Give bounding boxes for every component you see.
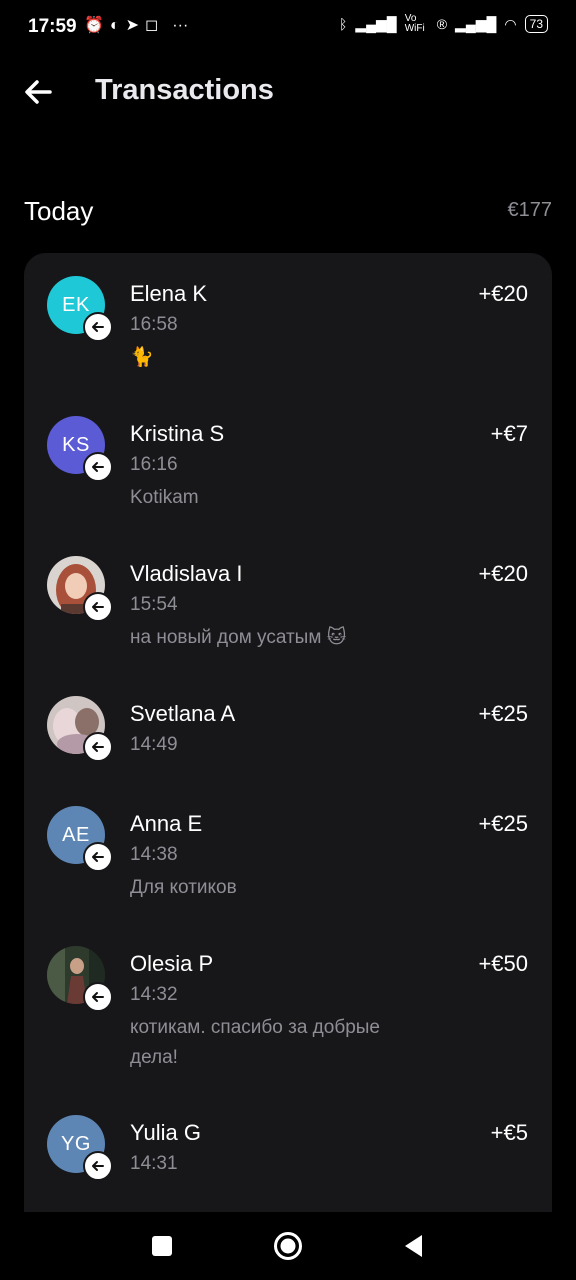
transaction-amount: +€25 [478,701,528,726]
transaction-row[interactable]: Svetlana A 14:49 +€25 [24,673,552,783]
app-bar: Transactions [0,56,576,128]
transaction-amount: +€7 [490,421,528,446]
wifi-icon: ◠ [504,15,517,32]
section-title: Today [24,196,94,226]
transaction-row[interactable]: Vladislava I 15:54 на новый дом усатым 🐱… [24,533,552,673]
arrow-left-icon [25,80,52,104]
incoming-arrow-icon [83,312,113,342]
bluetooth-icon: ᛒ [338,16,348,32]
transaction-amount: +€20 [478,561,528,586]
transaction-time: 14:38 [130,844,178,865]
registered-icon: ® [436,16,448,32]
battery-indicator: 73 [524,15,548,33]
incoming-arrow-icon [83,1151,113,1181]
transaction-name: Svetlana A [130,701,236,726]
transaction-time: 16:16 [130,454,178,475]
transaction-time: 14:31 [130,1153,178,1174]
vowifi-icon: Vo WiFi [404,13,425,34]
transaction-name: Vladislava I [130,561,243,586]
incoming-arrow-icon [83,452,113,482]
more-icon: ··· [172,17,189,34]
transaction-amount: +€25 [478,811,528,836]
back-triangle-icon [405,1235,422,1257]
status-bar: 17:59 ⏰ ◐ ➤ ◻ ··· ᛒ ▂▄▆█ Vo WiFi ® ▂▄▆█ … [0,0,576,56]
transaction-amount: +€20 [478,281,528,306]
transaction-row[interactable]: EK Elena K 16:58 🐈 +€20 [24,253,552,393]
status-time: 17:59 [28,16,77,37]
telegram-icon: ➤ [125,17,139,34]
system-nav-bar [0,1212,576,1280]
avatar: EK [47,276,113,342]
avatar: YG [47,1115,113,1181]
transaction-row[interactable]: YG Yulia G 14:31 +€5 [24,1092,552,1232]
transaction-note: на новый дом усатым 🐱 [130,627,347,648]
transaction-time: 15:54 [130,594,178,615]
transactions-list: EK Elena K 16:58 🐈 +€20 KS Kristina S 16… [24,253,552,1243]
avatar: AE [47,806,113,872]
recents-square-icon [152,1236,172,1256]
avatar [47,946,113,1012]
transaction-amount: +€5 [490,1120,528,1145]
transaction-row[interactable]: AE Anna E 14:38 Для котиков +€25 [24,783,552,923]
avatar [47,696,113,762]
incoming-arrow-icon [83,842,113,872]
transaction-note: котикам. спасибо за добрые дела! [130,1017,380,1068]
system-icons: ᛒ ▂▄▆█ Vo WiFi ® ▂▄▆█ ◠ 73 [339,14,548,34]
transaction-note: Kotikam [130,487,199,508]
transaction-row[interactable]: KS Kristina S 16:16 Kotikam +€7 [24,393,552,533]
instagram-icon: ◻ [145,17,159,34]
transaction-name: Anna E [130,811,203,836]
back-nav-button[interactable] [394,1226,434,1266]
notification-icons: ⏰ ◐ ➤ ◻ ··· [84,16,188,36]
home-circle-icon [274,1232,302,1260]
section-total: €177 [507,199,553,221]
transaction-name: Yulia G [130,1120,201,1145]
incoming-arrow-icon [83,732,113,762]
transaction-note: Для котиков [130,877,237,898]
transaction-name: Olesia P [130,951,214,976]
signal-icon: ▂▄▆█ [355,15,397,32]
transaction-time: 14:32 [130,984,178,1005]
incoming-arrow-icon [83,982,113,1012]
messenger-icon: ◐ [109,17,120,34]
incoming-arrow-icon [83,592,113,622]
recents-button[interactable] [142,1226,182,1266]
transaction-name: Elena K [130,281,208,306]
home-button[interactable] [268,1226,308,1266]
signal-icon: ▂▄▆█ [455,15,497,32]
transaction-row[interactable]: Olesia P 14:32 котикам. спасибо за добры… [24,923,552,1093]
page-title: Transactions [95,74,274,106]
section-header: Today €177 [24,194,552,230]
transaction-name: Kristina S [130,421,225,446]
transaction-note: 🐈 [130,347,154,368]
alarm-icon: ⏰ [84,17,104,34]
transaction-time: 14:49 [130,734,178,755]
avatar [47,556,113,622]
transaction-amount: +€50 [478,951,528,976]
avatar: KS [47,416,113,482]
back-button[interactable] [20,74,56,110]
transaction-time: 16:58 [130,314,178,335]
